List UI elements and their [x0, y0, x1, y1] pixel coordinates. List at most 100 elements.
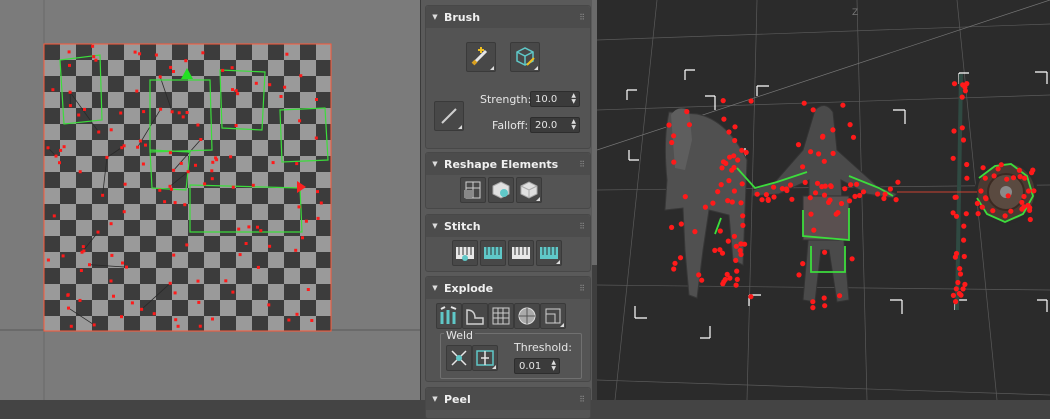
uv-vertex	[54, 154, 58, 158]
uv-vertex	[92, 55, 96, 59]
vertex-point	[998, 162, 1004, 168]
stitch-to-target-button[interactable]	[536, 240, 562, 266]
peel-rollout: ▼ Peel ⠿	[425, 387, 591, 419]
drag-grip-icon[interactable]: ⠿	[579, 395, 590, 404]
vertex-point	[847, 122, 853, 128]
vertex-point	[808, 149, 814, 155]
uv-vertex	[78, 170, 82, 174]
brush-rollout-header[interactable]: ▼ Brush ⠿	[426, 6, 590, 28]
straighten-button[interactable]	[460, 177, 486, 203]
uv-vertex	[298, 119, 302, 123]
unwrap-modifier-panel: ▼ Brush ⠿ Strength: 10.0 ▲ ▼ Falloff: 20…	[420, 0, 593, 419]
vertex-point	[810, 107, 816, 113]
stitch-custom-button[interactable]	[452, 240, 478, 266]
uv-vertex	[173, 201, 177, 205]
flatten-by-material-button[interactable]	[488, 303, 514, 329]
falloff-spinner[interactable]: 20.0 ▲ ▼	[530, 117, 580, 133]
drag-grip-icon[interactable]: ⠿	[579, 160, 590, 169]
reshape-rollout-header[interactable]: ▼ Reshape Elements ⠿	[426, 153, 590, 175]
uv-vertex	[214, 156, 218, 160]
vertex-point	[669, 139, 675, 146]
collapse-caret-icon: ▼	[432, 284, 438, 292]
vertex-point	[974, 200, 980, 206]
vertex-point	[821, 158, 827, 164]
spinner-arrows-icon[interactable]: ▲ ▼	[571, 93, 576, 105]
vertex-point	[955, 279, 961, 286]
uv-vertex	[46, 146, 50, 150]
drag-grip-icon[interactable]: ⠿	[579, 284, 590, 293]
vertex-point	[727, 154, 733, 160]
spinner-arrows-icon[interactable]: ▲ ▼	[551, 360, 556, 372]
stitch-rollout: ▼ Stitch ⠿	[425, 214, 591, 272]
vertex-point	[962, 281, 968, 287]
uv-vertex	[158, 75, 162, 79]
drag-grip-icon[interactable]: ⠿	[579, 222, 590, 231]
uv-vertex	[172, 253, 176, 257]
vertex-point	[961, 237, 967, 243]
uv-vertex	[82, 249, 86, 253]
uv-vertex	[136, 145, 140, 149]
strength-spinner[interactable]: 10.0 ▲ ▼	[530, 91, 580, 107]
vertex-point	[677, 255, 684, 261]
uv-vertex	[184, 59, 188, 63]
uv-vertex	[237, 227, 241, 231]
uv-editor-canvas[interactable]	[0, 0, 420, 400]
vertex-point	[887, 186, 893, 192]
vertex-point	[738, 241, 744, 247]
flatten-by-polygon-angle-button[interactable]	[462, 303, 488, 329]
vertex-point	[957, 266, 963, 272]
vertex-point	[738, 200, 744, 206]
relax-cube-icon	[492, 181, 510, 199]
vertex-point	[1019, 206, 1025, 212]
uv-vertex	[170, 110, 174, 114]
stitch-to-source-button[interactable]	[480, 240, 506, 266]
paint-move-button[interactable]	[466, 42, 496, 72]
uv-vertex	[68, 90, 72, 94]
weld-label: Weld	[444, 329, 476, 342]
vertex-point	[719, 250, 726, 256]
uv-vertex	[234, 89, 238, 93]
flatten-custom-button[interactable]	[540, 303, 566, 329]
peel-rollout-header[interactable]: ▼ Peel ⠿	[426, 388, 590, 410]
relax-brush-button[interactable]	[510, 42, 540, 72]
drag-grip-icon[interactable]: ⠿	[579, 13, 590, 22]
threshold-spinner[interactable]: 0.01 ▲ ▼	[514, 358, 560, 374]
brush-stroke-button[interactable]	[434, 101, 464, 131]
vertex-point	[819, 184, 825, 190]
uv-vertex	[96, 230, 100, 234]
weld-selected-button[interactable]	[446, 345, 472, 371]
uv-vertex	[234, 124, 238, 127]
sphere-icon	[518, 307, 536, 325]
collapse-caret-icon: ▼	[432, 160, 438, 168]
uv-vertex	[91, 44, 95, 48]
vertex-point	[952, 194, 958, 200]
uv-vertex	[94, 58, 98, 62]
uv-vertex	[299, 74, 303, 78]
stitch-rollout-header[interactable]: ▼ Stitch ⠿	[426, 215, 590, 237]
uv-vertex	[168, 151, 172, 155]
vertex-point	[978, 188, 984, 194]
vertex-point	[727, 275, 733, 281]
vertex-point	[814, 180, 821, 186]
relax-button[interactable]	[488, 177, 514, 203]
weld-target-button[interactable]	[472, 345, 498, 371]
uv-vertex	[159, 107, 163, 111]
stitch-average-button[interactable]	[508, 240, 534, 266]
vertex-point	[720, 98, 726, 104]
explode-rollout-header[interactable]: ▼ Explode ⠿	[426, 277, 590, 299]
break-button[interactable]	[436, 303, 462, 329]
uv-vertex	[68, 63, 71, 67]
spinner-arrows-icon[interactable]: ▲ ▼	[571, 119, 576, 131]
uv-vertex	[58, 161, 61, 165]
uv-vertex	[256, 265, 260, 269]
vertex-point	[795, 142, 802, 148]
collapse-caret-icon: ▼	[432, 13, 438, 21]
uv-vertex	[244, 242, 248, 245]
uv-vertex	[67, 50, 71, 54]
uv-vertex	[142, 110, 146, 114]
perspective-viewport[interactable]: Z	[597, 0, 1050, 400]
vertex-point	[983, 196, 989, 202]
relax-options-button[interactable]	[516, 177, 542, 203]
flatten-by-smoothing-button[interactable]	[514, 303, 540, 329]
vertex-point	[953, 213, 960, 219]
